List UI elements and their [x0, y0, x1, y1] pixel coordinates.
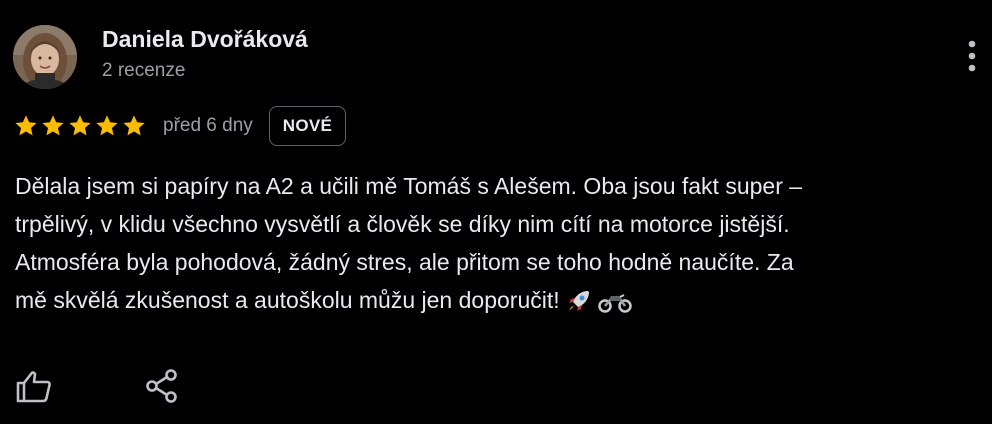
review-text: Dělala jsem si papíry na A2 a učili mě T… — [15, 167, 980, 325]
share-icon — [146, 369, 177, 403]
rocket-icon — [566, 287, 592, 325]
author-review-count[interactable]: 2 recenze — [102, 60, 185, 82]
review-text-line: mě skvělá zkušenost a autoškolu můžu jen… — [15, 287, 560, 313]
motorcycle-icon — [597, 287, 632, 325]
star-rating — [13, 113, 147, 139]
review-text-line: Dělala jsem si papíry na A2 a učili mě T… — [15, 173, 803, 199]
review-card: Daniela Dvořáková 2 recenze před 6 dny N… — [0, 0, 992, 424]
star-icon — [15, 115, 37, 136]
thumbs-up-icon — [16, 371, 51, 403]
author-name[interactable]: Daniela Dvořáková — [102, 26, 308, 53]
new-badge: NOVÉ — [268, 106, 347, 146]
share-button[interactable] — [143, 366, 183, 406]
avatar-image — [13, 25, 77, 89]
rating-row: před 6 dny NOVÉ — [13, 104, 347, 148]
star-icon — [123, 115, 145, 136]
star-icon — [96, 115, 118, 136]
more-vert-icon — [968, 40, 976, 72]
review-text-line: Atmosféra byla pohodová, žádný stres, al… — [15, 249, 794, 275]
review-text-line: trpělivý, v klidu všechno vysvětlí a člo… — [15, 211, 790, 237]
more-options-button[interactable] — [958, 36, 986, 76]
star-icon — [42, 115, 64, 136]
author-avatar[interactable] — [13, 25, 77, 89]
review-text-line-last: mě skvělá zkušenost a autoškolu můžu jen… — [15, 281, 980, 325]
star-icon — [69, 115, 91, 136]
review-date: před 6 dny — [163, 115, 253, 136]
like-button[interactable] — [14, 366, 54, 406]
